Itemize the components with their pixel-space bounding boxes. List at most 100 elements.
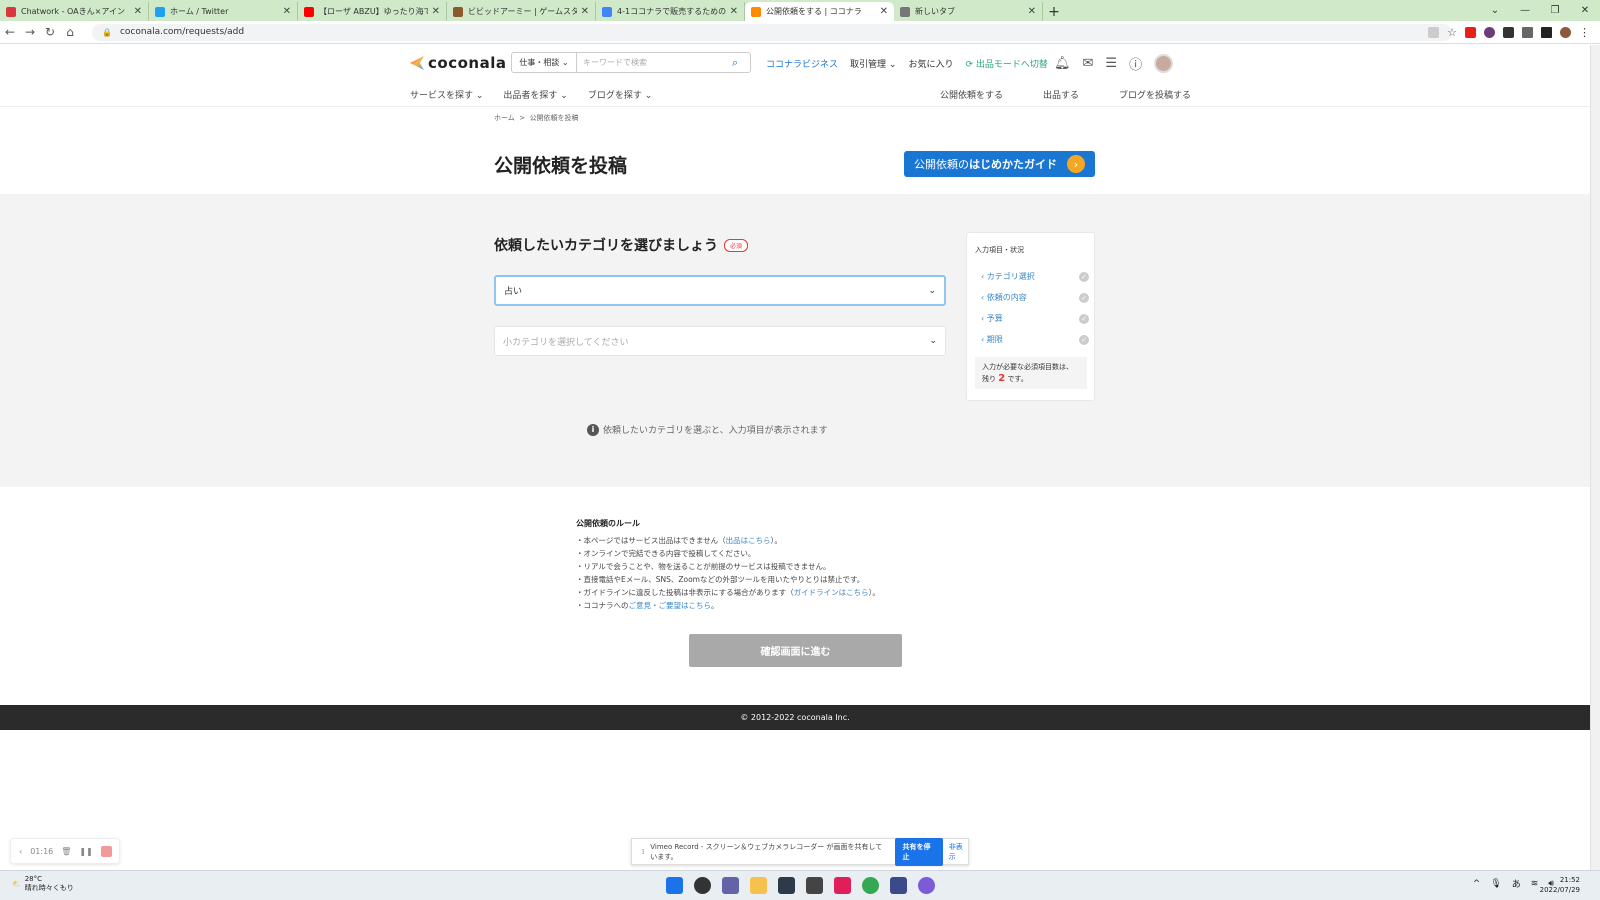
- bookmark-star-icon[interactable]: ☆: [1447, 26, 1457, 39]
- avatar[interactable]: [1154, 54, 1174, 73]
- favorites-link[interactable]: お気に入り: [908, 57, 953, 70]
- seller-mode-switch[interactable]: ⟳ 出品モードへ切替: [965, 57, 1047, 70]
- feedback-link[interactable]: ご意見・ご要望はこちら: [629, 601, 712, 610]
- tab-favicon-icon: [453, 6, 463, 17]
- bell-icon[interactable]: 🔔︎: [1054, 56, 1071, 71]
- chat-icon[interactable]: [722, 877, 739, 894]
- pause-icon[interactable]: ❚❚: [79, 847, 92, 856]
- tab-close-icon[interactable]: ✕: [581, 6, 589, 17]
- tab-close-icon[interactable]: ✕: [1028, 6, 1036, 17]
- browser-tab[interactable]: ビビッドアーミー | ゲームスタート - G123 ✕: [447, 2, 596, 21]
- coconala-business-link[interactable]: ココナラビジネス: [766, 57, 838, 70]
- page-scrollbar[interactable]: [1590, 45, 1600, 870]
- new-tab-button[interactable]: +: [1043, 2, 1065, 21]
- clock-time: 21:52: [1559, 876, 1580, 884]
- tab-favicon-icon: [304, 6, 314, 17]
- tab-close-icon[interactable]: ✕: [283, 6, 291, 17]
- minimize-icon[interactable]: —: [1510, 0, 1540, 20]
- extensions: ☆ ⋮: [1428, 26, 1590, 39]
- vimeo-record-icon[interactable]: [918, 877, 935, 894]
- collapse-icon[interactable]: ‹: [19, 847, 22, 856]
- list-icon[interactable]: ☰: [1105, 56, 1117, 71]
- close-window-icon[interactable]: ✕: [1570, 0, 1600, 20]
- help-icon[interactable]: ⓘ: [1129, 54, 1142, 73]
- reload-icon[interactable]: ↻: [40, 25, 60, 39]
- puzzle-icon[interactable]: [1503, 26, 1514, 38]
- clock[interactable]: 21:52 2022/07/29: [1540, 875, 1580, 895]
- subcategory-select[interactable]: 小カテゴリを選択してください ⌄: [494, 326, 946, 356]
- sidebar-item-content[interactable]: ‹ 依頼の内容 ✓: [981, 287, 1089, 308]
- drag-handle-icon[interactable]: ⁞: [642, 848, 644, 856]
- sidebar-item-deadline[interactable]: ‹ 期限 ✓: [981, 329, 1089, 350]
- sidebar-heading: 入力項目・状況: [975, 246, 1024, 254]
- rule-text: 。: [711, 601, 719, 610]
- back-icon[interactable]: ←: [0, 25, 20, 39]
- tray-expand-icon[interactable]: ^: [1473, 879, 1481, 889]
- guideline-link[interactable]: ガイドラインはこちら: [794, 588, 869, 597]
- stop-recording-icon[interactable]: [100, 845, 112, 857]
- reading-list-icon[interactable]: [1522, 26, 1533, 38]
- find-services-menu[interactable]: サービスを探す ⌄: [410, 88, 483, 101]
- clock-date: 2022/07/29: [1539, 886, 1580, 894]
- browser-tab-active[interactable]: 公開依頼をする | ココナラ ✕: [745, 2, 894, 21]
- search-category-select[interactable]: 仕事・相談 ⌄: [512, 53, 577, 72]
- sidebar-item-category[interactable]: ‹ カテゴリ選択 ✓: [981, 266, 1089, 287]
- calendar-app-icon[interactable]: [890, 877, 907, 894]
- post-request-link[interactable]: 公開依頼をする: [940, 88, 1003, 101]
- browser-tab[interactable]: 4-1ココナラで販売するための全体像 ✕: [596, 2, 745, 21]
- logo-text: coconala: [428, 54, 507, 72]
- sell-here-link[interactable]: 出品はこちら: [726, 536, 771, 545]
- record-ext-icon[interactable]: [1484, 26, 1495, 38]
- chrome-icon[interactable]: [862, 877, 879, 894]
- weather-widget[interactable]: ⛅ 28°C 晴れ時々くもり: [12, 875, 74, 893]
- start-icon[interactable]: [666, 877, 683, 894]
- search-taskbar-icon[interactable]: [694, 877, 711, 894]
- confirm-button[interactable]: 確認画面に進む: [689, 634, 902, 667]
- ime-indicator[interactable]: あ: [1512, 877, 1521, 890]
- side-panel-icon[interactable]: [1541, 26, 1552, 38]
- search-input[interactable]: キーワードで検索: [577, 57, 732, 68]
- youtube-ext-icon[interactable]: [1465, 26, 1476, 38]
- browser-tab[interactable]: ホーム / Twitter ✕: [149, 2, 298, 21]
- post-blog-link[interactable]: ブログを投稿する: [1119, 88, 1191, 101]
- forward-icon[interactable]: →: [20, 25, 40, 39]
- category-select[interactable]: 占い ⌄: [494, 275, 946, 306]
- restore-icon[interactable]: ❐: [1540, 0, 1570, 20]
- tab-title: 【ローザ ABZU】ゆったり海で冒険: [319, 7, 428, 16]
- sell-link[interactable]: 出品する: [1043, 88, 1079, 101]
- hide-share-bar-button[interactable]: 非表示: [949, 842, 968, 862]
- header-icons: 🔔︎ ✉ ☰ ⓘ: [1054, 54, 1174, 73]
- wifi-icon[interactable]: ≋: [1531, 879, 1539, 889]
- home-icon[interactable]: ⌂: [60, 25, 80, 39]
- slack-icon[interactable]: [834, 877, 851, 894]
- breadcrumb-home[interactable]: ホーム: [494, 114, 515, 122]
- explorer-icon[interactable]: [750, 877, 767, 894]
- transactions-menu[interactable]: 取引管理 ⌄: [850, 57, 896, 70]
- url-field[interactable]: 🔒 coconala.com/requests/add: [92, 23, 1452, 41]
- app-icon[interactable]: [806, 877, 823, 894]
- sidebar-item-budget[interactable]: ‹ 予算 ✓: [981, 308, 1089, 329]
- coconala-logo[interactable]: coconala: [410, 54, 506, 72]
- find-blogs-menu[interactable]: ブログを探す ⌄: [588, 88, 652, 101]
- stop-sharing-button[interactable]: 共有を停止: [894, 837, 943, 866]
- tab-close-icon[interactable]: ✕: [880, 6, 888, 17]
- breadcrumb: ホーム > 公開依頼を投稿: [494, 114, 579, 122]
- find-sellers-menu[interactable]: 出品者を探す ⌄: [503, 88, 567, 101]
- browser-tab[interactable]: Chatwork - OAきん×アイン ✕: [0, 2, 149, 21]
- share-icon[interactable]: [1428, 26, 1440, 38]
- tab-search-icon[interactable]: ⌄: [1480, 0, 1510, 20]
- media-icon[interactable]: [778, 877, 795, 894]
- rule-text: ・ココナラへの: [576, 601, 629, 610]
- browser-tab[interactable]: 新しいタブ ✕: [894, 2, 1043, 21]
- profile-icon[interactable]: [1560, 26, 1571, 38]
- mic-icon[interactable]: 🎙︎: [1490, 879, 1501, 889]
- trash-icon[interactable]: 🗑︎: [61, 847, 71, 856]
- mail-icon[interactable]: ✉: [1083, 56, 1094, 71]
- tab-close-icon[interactable]: ✕: [432, 6, 440, 17]
- search-icon[interactable]: ⌕: [732, 56, 750, 70]
- menu-icon[interactable]: ⋮: [1579, 26, 1590, 39]
- guide-button[interactable]: 公開依頼の はじめかたガイド ›: [904, 151, 1095, 177]
- browser-tab[interactable]: 【ローザ ABZU】ゆったり海で冒険 ✕: [298, 2, 447, 21]
- tab-close-icon[interactable]: ✕: [730, 6, 738, 17]
- tab-close-icon[interactable]: ✕: [134, 6, 142, 17]
